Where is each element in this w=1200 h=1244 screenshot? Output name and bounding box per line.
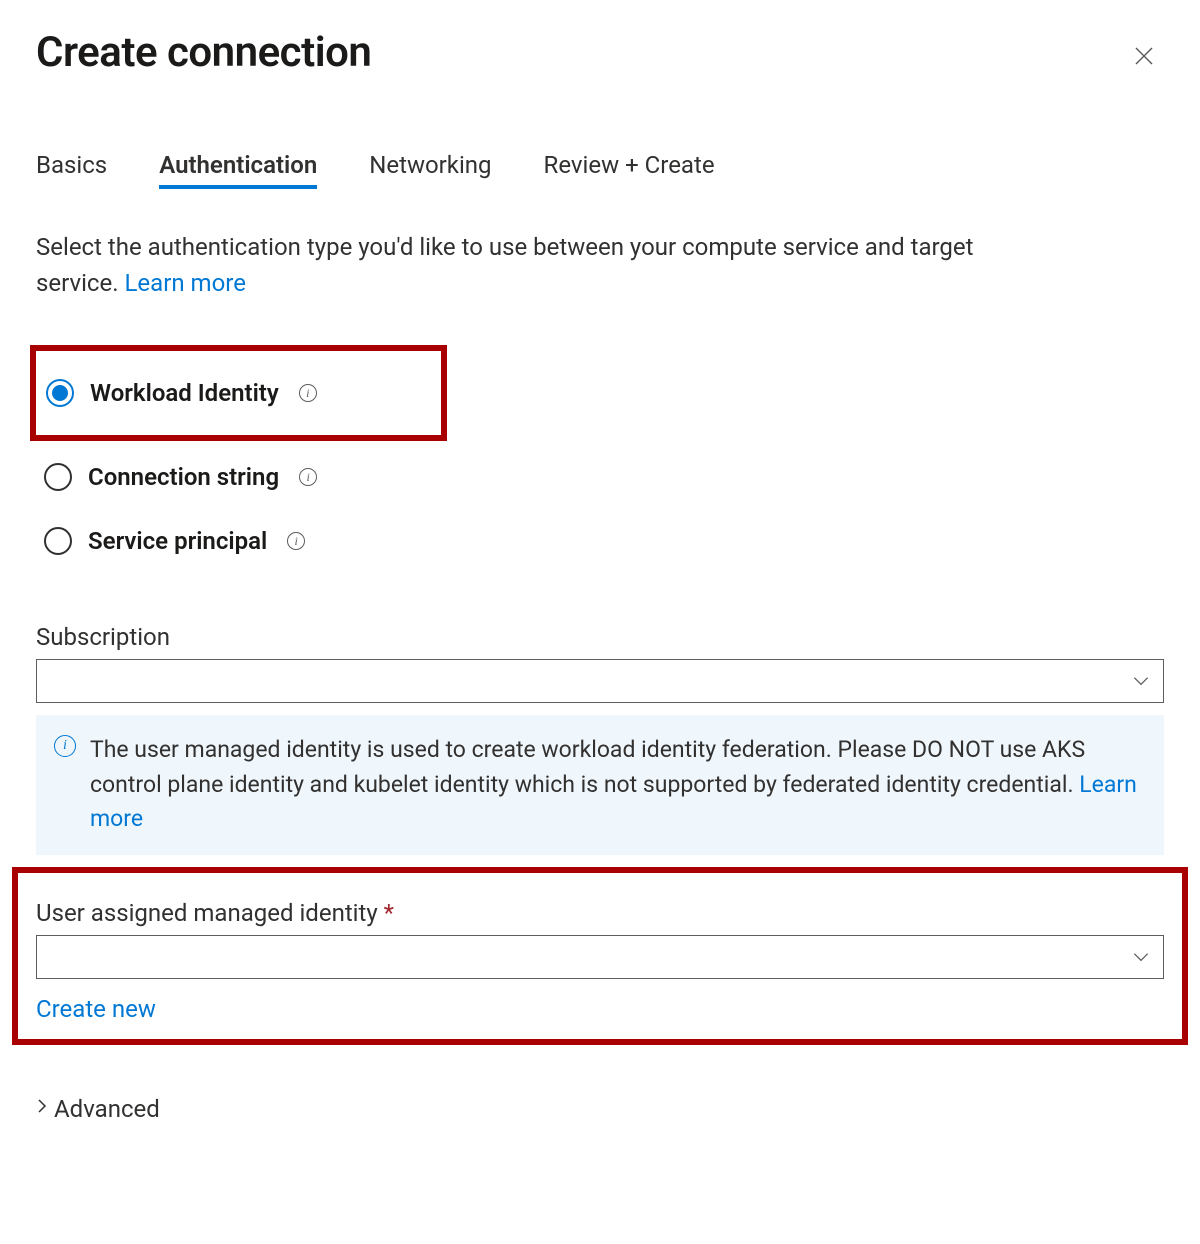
required-indicator: *	[384, 899, 394, 927]
subscription-label: Subscription	[36, 623, 1164, 651]
intro-text: Select the authentication type you'd lik…	[36, 229, 1056, 301]
identity-info-text-container: The user managed identity is used to cre…	[90, 733, 1144, 837]
radio-label: Service principal	[88, 527, 267, 555]
user-assigned-identity-section: User assigned managed identity * Create …	[18, 873, 1182, 1039]
chevron-down-icon	[1131, 671, 1151, 691]
page-title: Create connection	[36, 28, 371, 77]
auth-option-service-principal[interactable]: Service principal i	[36, 509, 1164, 573]
tab-authentication[interactable]: Authentication	[159, 151, 317, 189]
info-icon[interactable]: i	[287, 532, 305, 550]
chevron-right-icon	[36, 1098, 48, 1119]
tab-bar: Basics Authentication Networking Review …	[36, 151, 1164, 189]
radio-label: Connection string	[88, 463, 279, 491]
auth-type-radio-group: Workload Identity i Connection string i …	[36, 351, 1164, 573]
close-button[interactable]	[1124, 36, 1164, 81]
radio-icon	[44, 463, 72, 491]
radio-icon	[44, 527, 72, 555]
chevron-down-icon	[1131, 947, 1151, 967]
auth-option-connection-string[interactable]: Connection string i	[36, 445, 1164, 509]
identity-label: User assigned managed identity *	[36, 899, 1164, 927]
create-new-identity-link[interactable]: Create new	[36, 995, 156, 1023]
intro-learn-more-link[interactable]: Learn more	[125, 269, 246, 297]
radio-icon	[46, 379, 74, 407]
info-icon: i	[54, 735, 76, 757]
auth-option-workload-identity[interactable]: Workload Identity i	[36, 351, 441, 435]
subscription-dropdown[interactable]	[36, 659, 1164, 703]
identity-info-text: The user managed identity is used to cre…	[90, 736, 1085, 798]
info-icon[interactable]: i	[299, 384, 317, 402]
radio-label: Workload Identity	[90, 379, 279, 407]
info-icon[interactable]: i	[299, 468, 317, 486]
identity-info-message: i The user managed identity is used to c…	[36, 715, 1164, 855]
close-icon	[1132, 44, 1156, 68]
identity-dropdown[interactable]	[36, 935, 1164, 979]
identity-label-text: User assigned managed identity	[36, 899, 384, 927]
advanced-label: Advanced	[54, 1095, 160, 1123]
tab-review-create[interactable]: Review + Create	[544, 151, 715, 189]
tab-basics[interactable]: Basics	[36, 151, 107, 189]
tab-networking[interactable]: Networking	[369, 151, 491, 189]
advanced-toggle[interactable]: Advanced	[36, 1095, 1164, 1123]
